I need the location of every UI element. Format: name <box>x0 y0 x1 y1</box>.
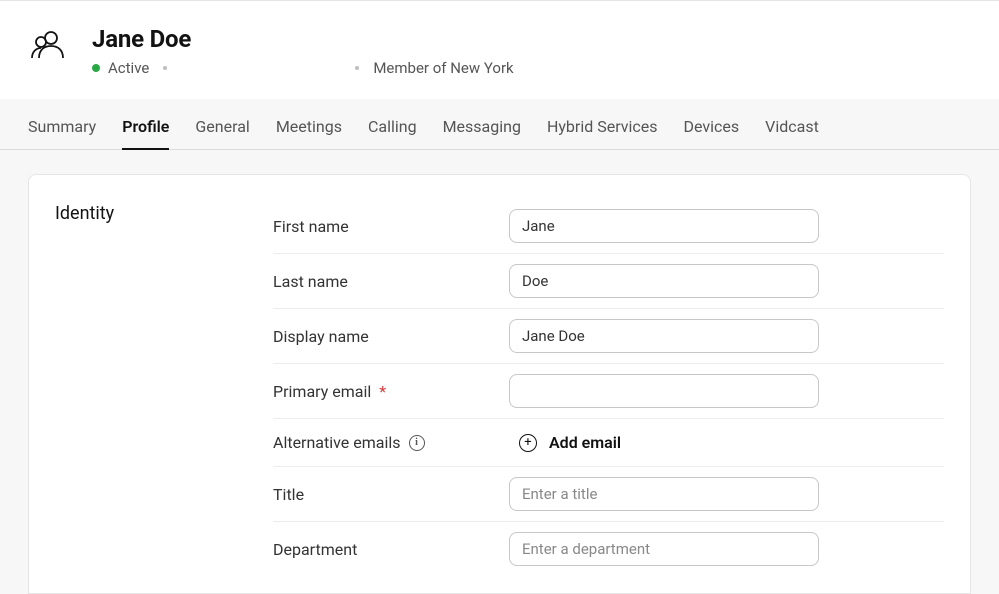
page-title: Jane Doe <box>92 25 514 53</box>
tab-general[interactable]: General <box>195 117 249 150</box>
title-input[interactable] <box>509 477 819 511</box>
required-star-icon: * <box>379 382 386 401</box>
department-input[interactable] <box>509 532 819 566</box>
last-name-label: Last name <box>273 272 491 291</box>
status-dot-icon <box>92 64 100 72</box>
alt-emails-label: Alternative emails i <box>273 433 491 452</box>
alt-emails-label-text: Alternative emails <box>273 433 401 452</box>
tab-summary[interactable]: Summary <box>28 117 96 150</box>
primary-email-label: Primary email * <box>273 382 491 401</box>
separator-dot-icon <box>163 66 167 70</box>
tab-devices[interactable]: Devices <box>684 117 740 150</box>
separator-dot-icon <box>355 66 359 70</box>
tab-profile[interactable]: Profile <box>122 117 169 150</box>
first-name-label: First name <box>273 217 491 236</box>
tab-hybrid-services[interactable]: Hybrid Services <box>547 117 658 150</box>
tab-messaging[interactable]: Messaging <box>443 117 521 150</box>
title-label: Title <box>273 485 491 504</box>
tab-bar: Summary Profile General Meetings Calling… <box>0 99 999 150</box>
display-name-input[interactable] <box>509 319 819 353</box>
info-icon[interactable]: i <box>409 435 425 451</box>
status-label: Active <box>108 59 149 77</box>
tab-calling[interactable]: Calling <box>368 117 417 150</box>
add-email-label: Add email <box>549 433 621 452</box>
tab-vidcast[interactable]: Vidcast <box>765 117 819 150</box>
member-of-label: Member of New York <box>373 59 513 77</box>
tab-meetings[interactable]: Meetings <box>276 117 342 150</box>
identity-panel: Identity First name Last name Display na… <box>28 174 971 594</box>
first-name-input[interactable] <box>509 209 819 243</box>
page-header: Jane Doe Active Member of New York <box>0 1 999 99</box>
department-label: Department <box>273 540 491 559</box>
add-email-button[interactable]: + Add email <box>509 429 621 456</box>
primary-email-label-text: Primary email <box>273 382 371 401</box>
users-icon <box>28 25 68 65</box>
status-badge: Active <box>92 59 149 77</box>
section-title: Identity <box>55 199 225 593</box>
last-name-input[interactable] <box>509 264 819 298</box>
display-name-label: Display name <box>273 327 491 346</box>
plus-circle-icon: + <box>519 434 537 452</box>
primary-email-input[interactable] <box>509 374 819 408</box>
